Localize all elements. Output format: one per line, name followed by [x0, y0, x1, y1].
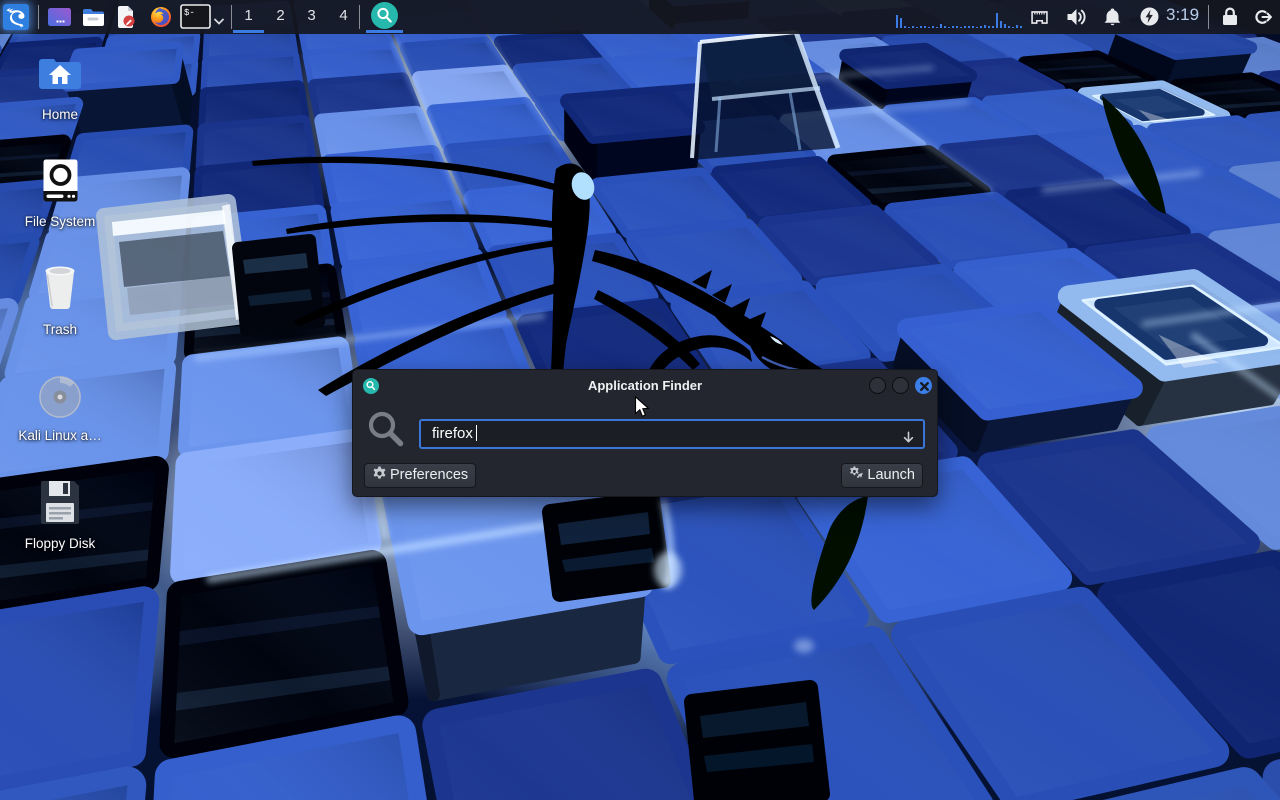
svg-text:$-: $-	[184, 8, 195, 18]
